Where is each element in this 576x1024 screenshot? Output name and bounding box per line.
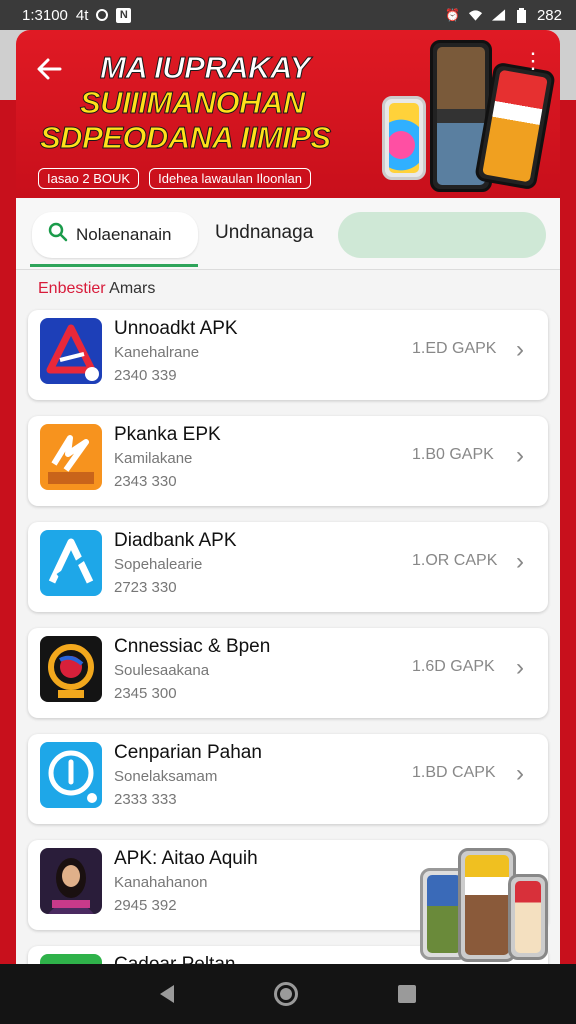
app-developer: Kanehalrane <box>114 344 200 361</box>
active-tab-indicator <box>30 264 198 267</box>
banner-title-line2: SUIIIMANOHAN <box>80 85 306 121</box>
app-downloads: 2343 330 <box>114 473 177 490</box>
list-item[interactable]: Cenparian Pahan Sonelaksamam 2333 333 1.… <box>28 734 548 824</box>
notification-box-icon: N <box>116 7 132 23</box>
list-item[interactable]: Unnoadkt APK Kanehalrane 2340 339 1.ED G… <box>28 310 548 400</box>
nav-home-button[interactable] <box>274 982 298 1006</box>
app-size: 1.BD CAPK <box>412 764 496 781</box>
nav-back-button[interactable] <box>160 985 174 1003</box>
chevron-right-icon: › <box>516 442 524 469</box>
nav-recents-button[interactable] <box>398 985 416 1003</box>
app-developer: Kamilakane <box>114 450 193 467</box>
status-bar: 1:3100 4t N ⏰ 282 <box>0 0 576 30</box>
app-downloads: 2333 333 <box>114 791 177 808</box>
carrier-text: 4t <box>75 6 89 24</box>
chevron-right-icon: › <box>516 548 524 575</box>
chevron-right-icon: › <box>516 654 524 681</box>
app-developer: Soulesaakana <box>114 662 210 679</box>
banner-title-line3: SDPEODANA IIMIPS <box>40 120 332 156</box>
system-nav-bar <box>0 964 576 1024</box>
status-right: ⏰ 282 <box>445 7 562 24</box>
list-item[interactable]: Diadbank APK Sopehalearie 2723 330 1.OR … <box>28 522 548 612</box>
dark-lens-logo-icon <box>40 636 102 702</box>
blue-power-logo-icon <box>40 742 102 808</box>
search-icon <box>48 222 68 248</box>
wifi-icon <box>468 8 483 23</box>
list-item[interactable]: Cnnessiac & Bpen Soulesaakana 2345 300 1… <box>28 628 548 718</box>
tab-search[interactable]: Nolaenanain <box>32 212 198 258</box>
banner-tags: Iasao 2 BOUK Idehea lawaulan Iloonlan <box>38 168 311 189</box>
banner-title: MA IUPRAKAY SUIIIMANOHAN SDPEODANA IIMIP… <box>40 50 400 156</box>
list-item[interactable]: Pkanka EPK Kamilakane 2343 330 1.B0 GAPK… <box>28 416 548 506</box>
app-developer: Kanahahanon <box>114 874 208 891</box>
signal-circle-icon <box>96 9 109 21</box>
app-downloads: 2945 392 <box>114 897 177 914</box>
app-name: Unnoadkt APK <box>114 318 238 339</box>
app-developer: Sopehalearie <box>114 556 203 573</box>
phones-illustration <box>420 848 548 964</box>
signal-bars-icon <box>491 8 506 23</box>
section-label-accent: Enbestier <box>38 280 106 297</box>
battery-icon <box>514 7 529 23</box>
portrait-app-icon <box>40 848 102 914</box>
app-name: Diadbank APK <box>114 530 237 551</box>
banner-tag: Iasao 2 BOUK <box>38 168 140 189</box>
alarm-icon: ⏰ <box>444 8 460 22</box>
tab-second[interactable]: Undnanaga <box>215 222 313 244</box>
app-card: MA IUPRAKAY SUIIIMANOHAN SDPEODANA IIMIP… <box>16 30 560 964</box>
tab-pill[interactable] <box>338 212 546 258</box>
tabs-row: Nolaenanain Undnanaga <box>16 198 560 270</box>
app-name: Pkanka EPK <box>114 424 221 445</box>
app-downloads: 2345 300 <box>114 685 177 702</box>
orange-ape-logo-icon <box>40 424 102 490</box>
app-name: Cnnessiac & Bpen <box>114 636 271 657</box>
app-downloads: 2723 330 <box>114 579 177 596</box>
red-triangle-logo-icon <box>40 318 102 384</box>
app-size: 1.ED GAPK <box>412 340 497 357</box>
banner-tag: Idehea lawaulan Iloonlan <box>149 168 311 189</box>
status-left: 1:3100 4t N <box>22 6 132 24</box>
status-time: 1:3100 <box>22 6 68 24</box>
app-developer: Sonelaksamam <box>114 768 218 785</box>
app-name: Cenparian Pahan <box>114 742 262 763</box>
blue-a-logo-icon <box>40 530 102 596</box>
promo-banner: MA IUPRAKAY SUIIIMANOHAN SDPEODANA IIMIP… <box>16 30 560 198</box>
app-downloads: 2340 339 <box>114 367 177 384</box>
tab-search-label: Nolaenanain <box>76 225 172 244</box>
app-name: Cadoar Peltan <box>114 954 235 964</box>
battery-level: 282 <box>536 6 562 24</box>
app-size: 1.OR CAPK <box>412 552 498 569</box>
app-name: APK: Aitao Aquih <box>114 848 258 869</box>
section-label-text: Amars <box>105 280 156 297</box>
banner-title-line1: MA IUPRAKAY <box>100 50 311 86</box>
chevron-right-icon: › <box>516 760 524 787</box>
app-size: 1.B0 GAPK <box>412 446 494 463</box>
chevron-right-icon: › <box>516 336 524 363</box>
more-menu-button[interactable]: ⋮ <box>522 50 544 72</box>
section-label: Enbestier Amars <box>38 280 155 298</box>
app-size: 1.6D GAPK <box>412 658 495 675</box>
green-orange-logo-icon <box>40 954 102 964</box>
